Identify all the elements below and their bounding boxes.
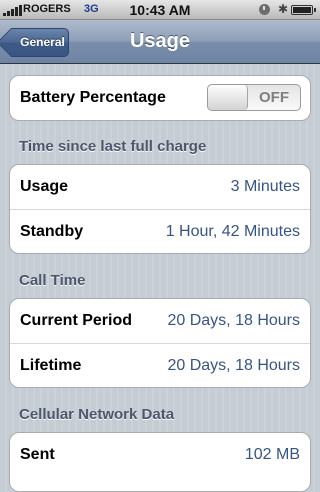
list-item: Sent 102 MB	[10, 433, 310, 477]
row-label-current-period: Current Period	[20, 312, 133, 329]
row-label-usage: Usage	[20, 178, 69, 195]
row-value-sent: 102 MB	[244, 446, 300, 463]
toggle-state-text: OFF	[259, 89, 289, 106]
battery-percentage-row: Battery Percentage OFF	[10, 76, 310, 120]
status-bar: ROGERS 3G 10:43 AM ✱	[0, 0, 320, 20]
battery-percentage-label: Battery Percentage	[20, 89, 166, 106]
battery-percentage-toggle[interactable]: OFF	[207, 84, 301, 111]
rotation-lock-icon	[259, 4, 270, 15]
cellular-data-group: Sent 102 MB	[9, 432, 311, 492]
battery-percentage-group: Battery Percentage OFF	[9, 75, 311, 121]
list-item: Lifetime 20 Days, 18 Hours	[10, 343, 310, 387]
status-time: 10:43 AM	[129, 2, 191, 18]
bluetooth-icon: ✱	[278, 2, 289, 16]
navigation-bar: General Usage	[0, 20, 320, 64]
call-time-group: Current Period 20 Days, 18 Hours Lifetim…	[9, 298, 311, 388]
row-label-sent: Sent	[20, 446, 55, 463]
battery-icon	[291, 5, 316, 15]
page-title: Usage	[129, 30, 191, 52]
list-item: Current Period 20 Days, 18 Hours	[10, 299, 310, 343]
row-value-current-period: 20 Days, 18 Hours	[167, 312, 300, 329]
row-label-standby: Standby	[20, 223, 84, 240]
row-value-standby: 1 Hour, 42 Minutes	[165, 223, 300, 240]
time-since-charge-group: Usage 3 Minutes Standby 1 Hour, 42 Minut…	[9, 164, 311, 254]
list-item: Standby 1 Hour, 42 Minutes	[10, 209, 310, 253]
section-header-call-time: Call Time	[19, 272, 86, 289]
row-value-lifetime: 20 Days, 18 Hours	[167, 357, 300, 374]
row-label-lifetime: Lifetime	[20, 357, 82, 374]
toggle-knob	[208, 85, 248, 110]
list-item: Usage 3 Minutes	[10, 165, 310, 209]
section-header-time-since-charge: Time since last full charge	[19, 138, 207, 155]
row-value-usage: 3 Minutes	[230, 178, 300, 195]
section-header-cellular-data: Cellular Network Data	[19, 406, 175, 423]
